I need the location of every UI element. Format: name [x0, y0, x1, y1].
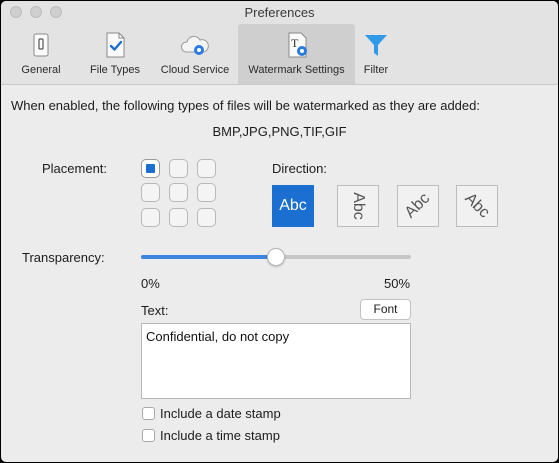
direction-diagonal-down-text: Abc [461, 189, 494, 222]
watermark-text-field[interactable]: Confidential, do not copy [141, 323, 411, 399]
placement-middle-left[interactable] [141, 183, 160, 202]
cloud-gear-icon [180, 35, 209, 55]
transparency-slider[interactable] [141, 248, 411, 266]
direction-diagonal-up-button[interactable]: Abc [397, 185, 439, 227]
direction-vertical-text: Abc [349, 192, 367, 220]
transparency-label: Transparency: [22, 250, 105, 265]
general-icon [33, 33, 49, 57]
tab-cloud-service[interactable]: Cloud Service [153, 24, 237, 84]
time-stamp-checkbox[interactable] [142, 428, 155, 442]
placement-bottom-left[interactable] [141, 208, 160, 227]
placement-top-right[interactable] [197, 159, 216, 178]
tab-filter[interactable]: Filter [357, 24, 395, 84]
text-label: Text: [141, 303, 169, 318]
placement-bottom-center[interactable] [169, 208, 188, 227]
direction-diagonal-down-button[interactable]: Abc [456, 185, 498, 227]
direction-horizontal-text: Abc [279, 197, 307, 214]
filter-icon [365, 35, 387, 56]
tab-cloud-service-label: Cloud Service [160, 64, 230, 76]
time-stamp-label: Include a time stamp [160, 427, 280, 443]
tab-general[interactable]: General [7, 24, 75, 84]
direction-vertical-button[interactable]: Abc [337, 185, 379, 227]
date-stamp-label: Include a date stamp [160, 405, 281, 421]
date-stamp-checkbox[interactable] [142, 406, 155, 420]
direction-label: Direction: [272, 161, 327, 176]
watermark-description: When enabled, the following types of fil… [11, 98, 480, 113]
direction-horizontal-button[interactable]: Abc [272, 185, 314, 227]
tab-file-types-label: File Types [90, 64, 140, 76]
placement-center[interactable] [169, 183, 188, 202]
placement-bottom-right[interactable] [197, 208, 216, 227]
file-types-icon [106, 32, 125, 58]
svg-text:T: T [291, 36, 299, 50]
tab-file-types[interactable]: File Types [81, 24, 149, 84]
tab-watermark-settings-label: Watermark Settings [248, 64, 345, 76]
tab-filter-label: Filter [363, 64, 389, 76]
transparency-max-label: 50% [384, 276, 411, 291]
tab-general-label: General [21, 64, 61, 76]
watermark-icon: T [288, 32, 307, 58]
placement-label: Placement: [42, 161, 108, 176]
time-stamp-row[interactable]: Include a time stamp [142, 426, 280, 444]
placement-top-left[interactable] [141, 159, 160, 178]
transparency-min-label: 0% [141, 276, 160, 291]
tab-watermark-settings[interactable]: T Watermark Settings [238, 24, 355, 84]
direction-diagonal-up-text: Abc [401, 189, 434, 222]
font-button[interactable]: Font [360, 299, 411, 320]
transparency-slider-knob[interactable] [267, 248, 285, 266]
title-bar: Preferences General File Types Cloud Ser… [1, 1, 558, 85]
preferences-window: Preferences General File Types Cloud Ser… [1, 1, 558, 462]
window-title: Preferences [244, 5, 315, 20]
date-stamp-row[interactable]: Include a date stamp [142, 404, 281, 422]
placement-top-center[interactable] [169, 159, 188, 178]
placement-middle-right[interactable] [197, 183, 216, 202]
file-types-list: BMP,JPG,PNG,TIF,GIF [212, 124, 347, 139]
transparency-slider-fill [141, 255, 276, 259]
